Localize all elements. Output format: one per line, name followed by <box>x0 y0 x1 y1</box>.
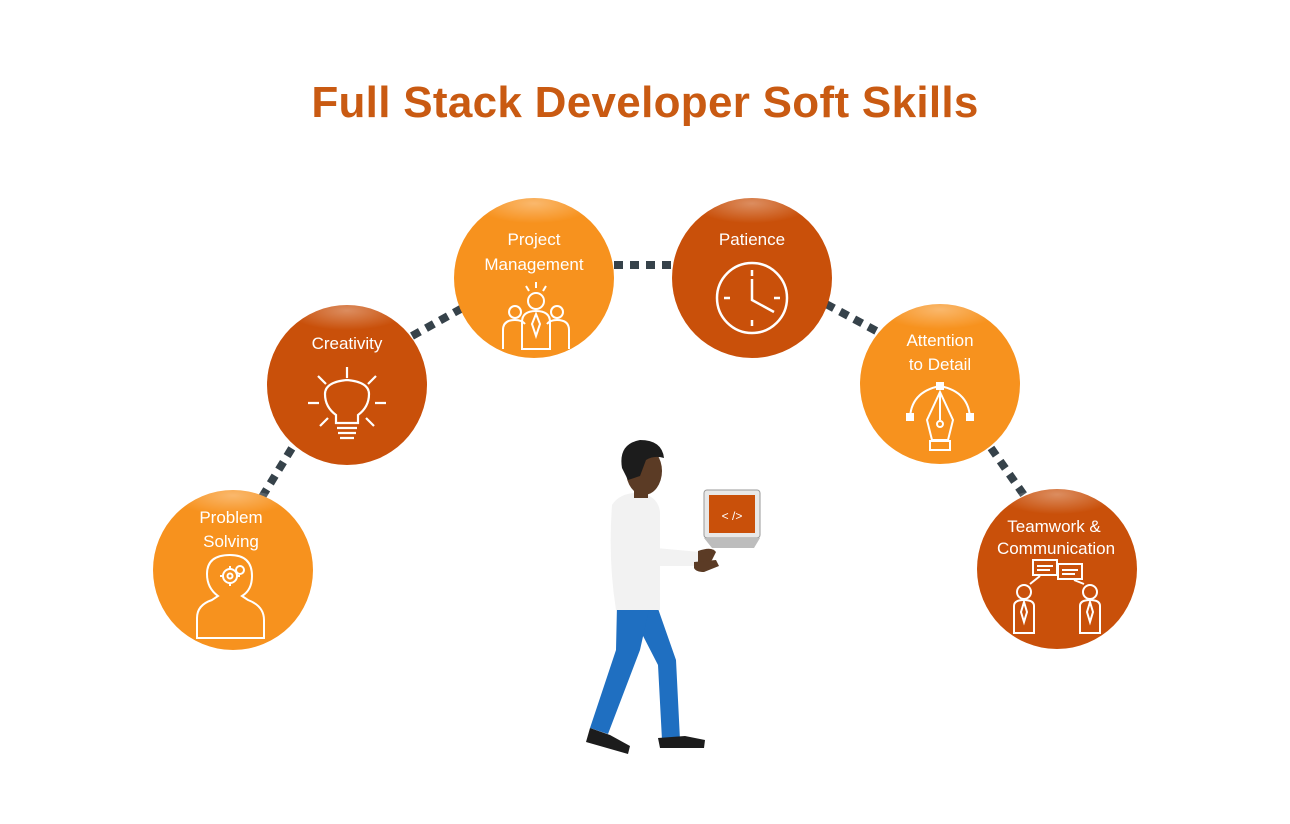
skill-creativity: Creativity <box>267 305 427 465</box>
skill-label-line2: Communication <box>997 539 1115 558</box>
laptop: < /> <box>703 489 761 548</box>
laptop-base <box>704 538 760 548</box>
connector-5 <box>987 445 1030 501</box>
skill-patience: Patience <box>672 198 832 358</box>
skill-label-line1: Attention <box>906 331 973 350</box>
skill-label-line2: Solving <box>203 532 259 551</box>
skill-label-line2: Management <box>484 255 584 274</box>
skill-label-line1: Patience <box>719 230 785 249</box>
skill-project-management: Project Management <box>454 198 614 358</box>
skill-attention-to-detail: Attention to Detail <box>860 304 1020 464</box>
lower-hand <box>694 560 719 572</box>
gloss <box>479 198 589 234</box>
connector-2 <box>410 302 468 340</box>
skill-label-line1: Problem <box>199 508 262 527</box>
skill-problem-solving: Problem Solving <box>153 490 313 650</box>
skill-label-line2: to Detail <box>909 355 971 374</box>
laptop-screen-code: < /> <box>722 509 743 523</box>
connector-4 <box>824 300 884 338</box>
skill-label-line1: Project <box>508 230 561 249</box>
front-leg <box>590 605 650 734</box>
skill-label-line1: Creativity <box>312 334 383 353</box>
skill-teamwork-communication: Teamwork & Communication <box>977 489 1137 649</box>
clock-icon <box>715 261 789 335</box>
gloss <box>697 198 807 234</box>
back-shoe <box>658 736 705 748</box>
skills-diagram: Problem Solving Creativity Project Manag… <box>153 198 1137 754</box>
skill-label-line1: Teamwork & <box>1007 517 1101 536</box>
developer-figure: < /> <box>586 440 761 754</box>
